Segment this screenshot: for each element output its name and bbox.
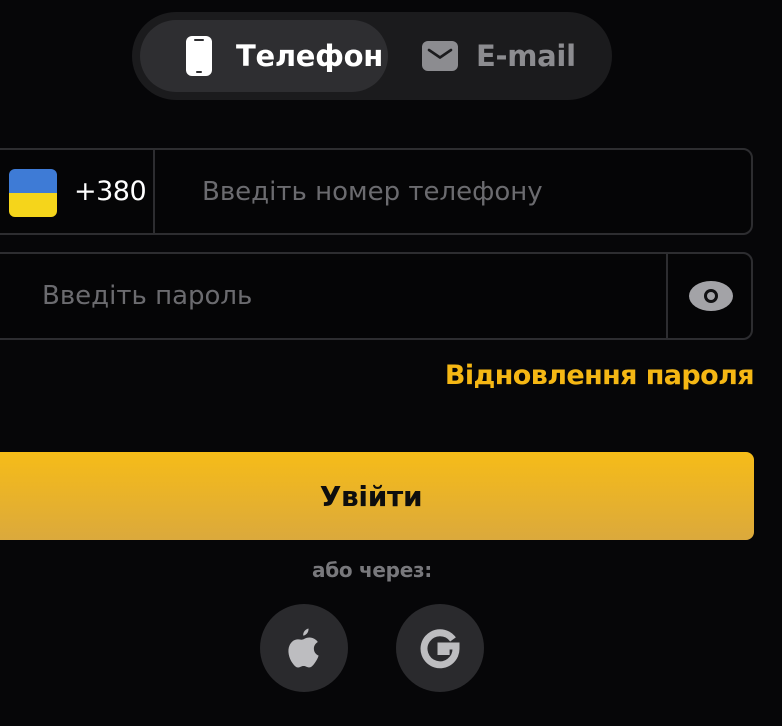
tab-email-label: E-mail bbox=[476, 39, 576, 73]
tab-email[interactable]: E-mail bbox=[408, 20, 604, 92]
apple-login-button[interactable] bbox=[260, 604, 348, 692]
ukraine-flag-icon bbox=[9, 169, 57, 217]
show-password-toggle[interactable] bbox=[666, 254, 753, 338]
password-field bbox=[0, 252, 753, 340]
phone-icon bbox=[186, 36, 212, 76]
dial-code: +380 bbox=[74, 176, 147, 207]
google-login-button[interactable] bbox=[396, 604, 484, 692]
auth-method-tabs: Телефон E-mail bbox=[132, 12, 612, 100]
social-login-label: або через: bbox=[312, 558, 432, 582]
eye-icon bbox=[688, 281, 733, 311]
google-icon bbox=[420, 629, 460, 669]
password-input[interactable] bbox=[42, 254, 642, 338]
apple-icon bbox=[288, 628, 319, 668]
login-screen: Телефон E-mail +380 Введіть номер телефо… bbox=[0, 0, 782, 726]
phone-field: +380 bbox=[0, 148, 753, 235]
forgot-password-link[interactable]: Відновлення пароля bbox=[445, 360, 755, 391]
login-button-label: Увійти bbox=[319, 479, 423, 513]
tab-phone[interactable]: Телефон bbox=[140, 20, 388, 92]
login-button[interactable]: Увійти bbox=[0, 452, 754, 540]
tab-phone-label: Телефон bbox=[236, 39, 383, 73]
mail-icon bbox=[422, 41, 458, 71]
phone-input[interactable] bbox=[202, 150, 732, 233]
country-code-selector[interactable]: +380 bbox=[0, 150, 155, 233]
